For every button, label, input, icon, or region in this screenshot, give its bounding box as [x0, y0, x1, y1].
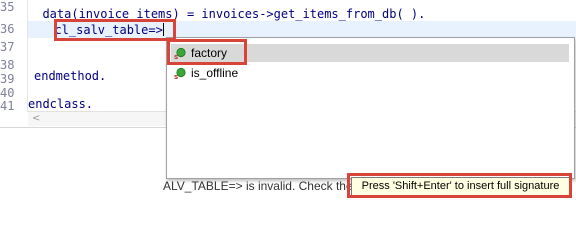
text-cursor [162, 23, 164, 36]
code-line-35[interactable]: data(invoice_items) = invoices->get_item… [28, 6, 425, 22]
svg-text:s: s [174, 53, 178, 59]
svg-text:s: s [174, 73, 178, 79]
signature-hint-tooltip: Press 'Shift+Enter' to insert full signa… [351, 177, 570, 196]
static-method-icon: s [174, 47, 186, 59]
code-line-41[interactable]: endclass. [28, 96, 93, 112]
line-number: 38 [0, 58, 15, 72]
autocomplete-item-factory[interactable]: s factory [171, 44, 569, 62]
code-line-36-text: cl_salv_table=> [40, 23, 163, 37]
line-number: 35 [0, 0, 15, 14]
line-number: 41 [0, 99, 15, 113]
autocomplete-item-label: factory [191, 46, 228, 60]
scroll-left-icon[interactable]: < [32, 112, 40, 126]
line-number-gutter: 35 36 37 38 39 40 41 [0, 0, 28, 113]
static-method-icon: s [174, 67, 186, 79]
line-number: 36 [0, 22, 15, 36]
autocomplete-item-label: is_offline [191, 66, 239, 80]
code-line-39[interactable]: endmethod. [34, 68, 106, 84]
autocomplete-popup[interactable]: s factory s is_offline [166, 37, 575, 179]
autocomplete-item-is-offline[interactable]: s is_offline [171, 64, 569, 82]
line-number: 39 [0, 72, 15, 86]
line-number: 37 [0, 40, 15, 54]
code-line-36[interactable]: cl_salv_table=> [40, 22, 164, 38]
